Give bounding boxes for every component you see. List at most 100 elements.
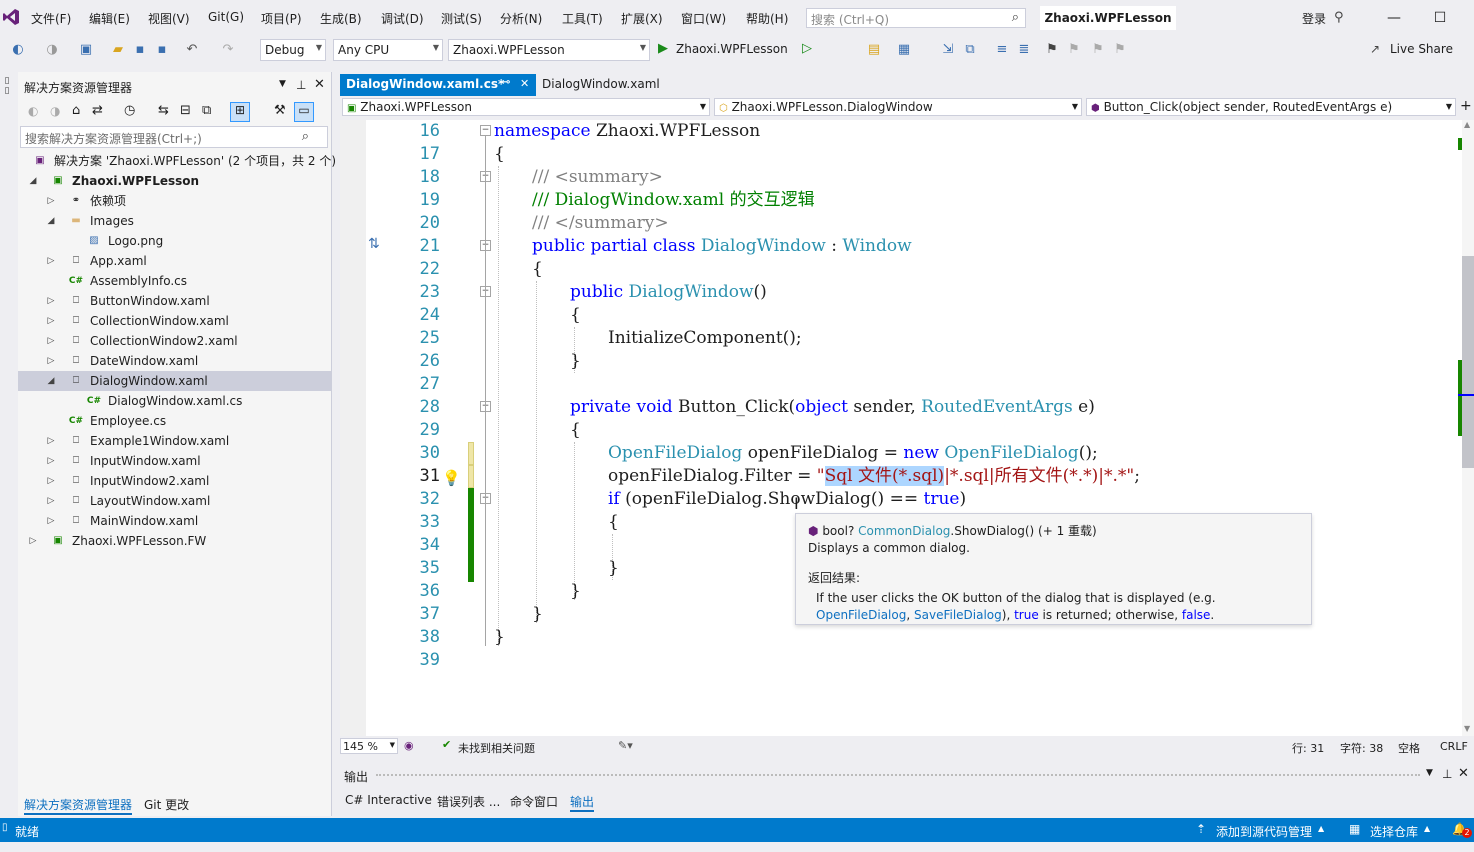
- menu-git[interactable]: Git(G): [208, 10, 244, 24]
- startup-project-select[interactable]: Zhaoxi.WPFLesson ▼: [448, 39, 650, 61]
- search-input[interactable]: 搜索 (Ctrl+Q) ⌕: [806, 8, 1026, 28]
- zoom-select[interactable]: 145 % ▼: [340, 738, 398, 754]
- drag-handle[interactable]: [376, 774, 1420, 776]
- layout-icon[interactable]: ▦: [896, 42, 912, 58]
- back-icon[interactable]: ◐: [28, 104, 38, 118]
- browser-link-icon[interactable]: ▤: [866, 42, 882, 58]
- tab-error-list[interactable]: 错误列表 ...: [437, 793, 500, 810]
- switch-views-icon[interactable]: ⇄: [92, 103, 103, 118]
- tree-item-solution[interactable]: ▣ 解决方案 'Zhaoxi.WPFLesson' (2 个项目，共 2 个): [18, 151, 336, 171]
- menu-debug[interactable]: 调试(D): [381, 10, 424, 27]
- openfiledialog-link[interactable]: OpenFileDialog: [816, 608, 906, 622]
- expanded-icon[interactable]: ◢: [46, 371, 56, 391]
- home-icon[interactable]: ⌂: [72, 103, 80, 118]
- lightbulb-icon[interactable]: 💡: [442, 469, 461, 487]
- comment-icon[interactable]: ≡: [994, 42, 1010, 58]
- tree-item-inputwindow[interactable]: ▷ ⎕ InputWindow.xaml: [18, 451, 332, 471]
- pin-icon[interactable]: ⊥: [296, 78, 306, 92]
- save-all-icon[interactable]: ▪: [154, 42, 170, 58]
- show-all-files-icon[interactable]: ⧉: [202, 103, 211, 118]
- tab-output[interactable]: 输出: [570, 793, 595, 812]
- pin-icon[interactable]: ⊥: [1442, 767, 1452, 781]
- collapsed-icon[interactable]: ▷: [46, 491, 56, 511]
- tab-command-window[interactable]: 命令窗口: [510, 793, 558, 810]
- save-icon[interactable]: ▪: [132, 42, 148, 58]
- new-project-icon[interactable]: ▣: [78, 42, 94, 58]
- forward-icon[interactable]: ◑: [50, 104, 60, 118]
- collapsed-icon[interactable]: ▷: [46, 291, 56, 311]
- tree-item-project[interactable]: ◢ ▣ Zhaoxi.WPFLesson: [18, 171, 332, 191]
- preview-selected-icon[interactable]: ⊞: [230, 102, 250, 122]
- start-without-debug-icon[interactable]: ▷: [802, 41, 812, 56]
- pending-changes-icon[interactable]: ◷: [124, 103, 135, 118]
- hot-reload-icon[interactable]: ⧉: [962, 42, 978, 58]
- tab-dialogwindow-xaml[interactable]: DialogWindow.xaml: [536, 74, 704, 96]
- expanded-icon[interactable]: ◢: [46, 211, 56, 231]
- project-nav-select[interactable]: ▣ Zhaoxi.WPFLesson ▼: [342, 98, 710, 116]
- menu-analyze[interactable]: 分析(N): [500, 10, 542, 27]
- collapsed-icon[interactable]: ▷: [46, 331, 56, 351]
- clear-bookmarks-icon[interactable]: ⚑: [1112, 42, 1128, 58]
- properties-icon[interactable]: ⚒: [274, 103, 286, 118]
- prev-bookmark-icon[interactable]: ⚑: [1066, 42, 1082, 58]
- scroll-up-icon[interactable]: ▲: [1464, 120, 1470, 129]
- vertical-scrollbar[interactable]: ▲ ▼: [1458, 120, 1474, 736]
- tree-item-layoutwindow[interactable]: ▷ ⎕ LayoutWindow.xaml: [18, 491, 332, 511]
- tab-solution-explorer[interactable]: 解决方案资源管理器: [24, 796, 133, 815]
- collapsed-icon[interactable]: ▷: [46, 251, 56, 271]
- code-editor[interactable]: ⇅ 💡 16 17 18 19 20 21 22 23 24 25 26 27 …: [340, 120, 1462, 736]
- collapsed-icon[interactable]: ▷: [28, 531, 38, 551]
- tree-item-mainwindow[interactable]: ▷ ⎕ MainWindow.xaml: [18, 511, 332, 531]
- tree-item-dialogwindow[interactable]: ◢ ⎕ DialogWindow.xaml: [18, 371, 332, 391]
- menu-extensions[interactable]: 扩展(X): [621, 10, 663, 27]
- menu-file[interactable]: 文件(F): [31, 10, 71, 27]
- open-folder-icon[interactable]: ▰: [110, 42, 126, 58]
- menu-tools[interactable]: 工具(T): [562, 10, 603, 27]
- tree-item-employee[interactable]: C# Employee.cs: [18, 411, 332, 431]
- expanded-icon[interactable]: ◢: [28, 171, 38, 191]
- type-nav-select[interactable]: ⬡ Zhaoxi.WPFLesson.DialogWindow ▼: [714, 98, 1082, 116]
- close-icon[interactable]: ✕: [314, 77, 325, 92]
- tree-item-dependencies[interactable]: ▷ ⚭ 依赖项: [18, 191, 332, 211]
- tree-item-images[interactable]: ◢ ▬ Images: [18, 211, 332, 231]
- collapsed-icon[interactable]: ▷: [46, 451, 56, 471]
- toolbox-tab-icon[interactable]: ▯▯: [2, 76, 12, 96]
- tab-dialogwindow-cs[interactable]: DialogWindow.xaml.cs* ⊸ ✕: [340, 74, 536, 96]
- pin-icon[interactable]: ⊸: [502, 77, 510, 88]
- menu-edit[interactable]: 编辑(E): [89, 10, 130, 27]
- select-repository-button[interactable]: 选择仓库: [1370, 823, 1418, 840]
- start-debug-label[interactable]: Zhaoxi.WPFLesson: [676, 42, 788, 56]
- member-nav-select[interactable]: ⬢ Button_Click(object sender, RoutedEven…: [1086, 98, 1456, 116]
- login-link[interactable]: 登录: [1302, 10, 1326, 27]
- tree-item-buttonwindow[interactable]: ▷ ⎕ ButtonWindow.xaml: [18, 291, 332, 311]
- tree-item-project-fw[interactable]: ▷ ▣ Zhaoxi.WPFLesson.FW: [18, 531, 332, 551]
- collapsed-icon[interactable]: ▷: [46, 311, 56, 331]
- account-icon[interactable]: ⚲: [1334, 10, 1344, 25]
- visual-studio-logo-icon[interactable]: [2, 8, 20, 26]
- collapsed-icon[interactable]: ▷: [46, 191, 56, 211]
- line-ending-indicator[interactable]: CRLF: [1440, 740, 1468, 753]
- tree-item-collectionwindow2[interactable]: ▷ ⎕ CollectionWindow2.xaml: [18, 331, 332, 351]
- tab-csharp-interactive[interactable]: C# Interactive: [345, 793, 432, 807]
- cleanup-icon[interactable]: ✎▾: [618, 739, 633, 752]
- tree-item-app-xaml[interactable]: ▷ ⎕ App.xaml: [18, 251, 332, 271]
- indent-indicator[interactable]: 空格: [1398, 740, 1420, 756]
- collapsed-icon[interactable]: ▷: [46, 511, 56, 531]
- collapse-all-icon[interactable]: ⊟: [180, 103, 191, 118]
- savefiledialog-link[interactable]: SaveFileDialog: [914, 608, 1002, 622]
- step-icon[interactable]: ⇲: [940, 42, 956, 58]
- tree-item-assemblyinfo[interactable]: C# AssemblyInfo.cs: [18, 271, 332, 291]
- tree-item-dialogwindow-cs[interactable]: C# DialogWindow.xaml.cs: [18, 391, 332, 411]
- undo-icon[interactable]: ↶: [184, 42, 200, 58]
- close-icon[interactable]: ✕: [1458, 766, 1469, 781]
- collapsed-icon[interactable]: ▷: [46, 431, 56, 451]
- dropdown-icon[interactable]: ▼: [1426, 768, 1433, 778]
- line-indicator[interactable]: 行: 31: [1292, 740, 1324, 756]
- code-lens-icon[interactable]: ⇅: [368, 236, 380, 252]
- collapsed-icon[interactable]: ▷: [46, 471, 56, 491]
- scrollbar-thumb[interactable]: [1462, 256, 1474, 468]
- menu-test[interactable]: 测试(S): [441, 10, 482, 27]
- tree-item-collectionwindow[interactable]: ▷ ⎕ CollectionWindow.xaml: [18, 311, 332, 331]
- scroll-down-icon[interactable]: ▼: [1464, 724, 1470, 733]
- live-share-button[interactable]: Live Share: [1390, 42, 1453, 56]
